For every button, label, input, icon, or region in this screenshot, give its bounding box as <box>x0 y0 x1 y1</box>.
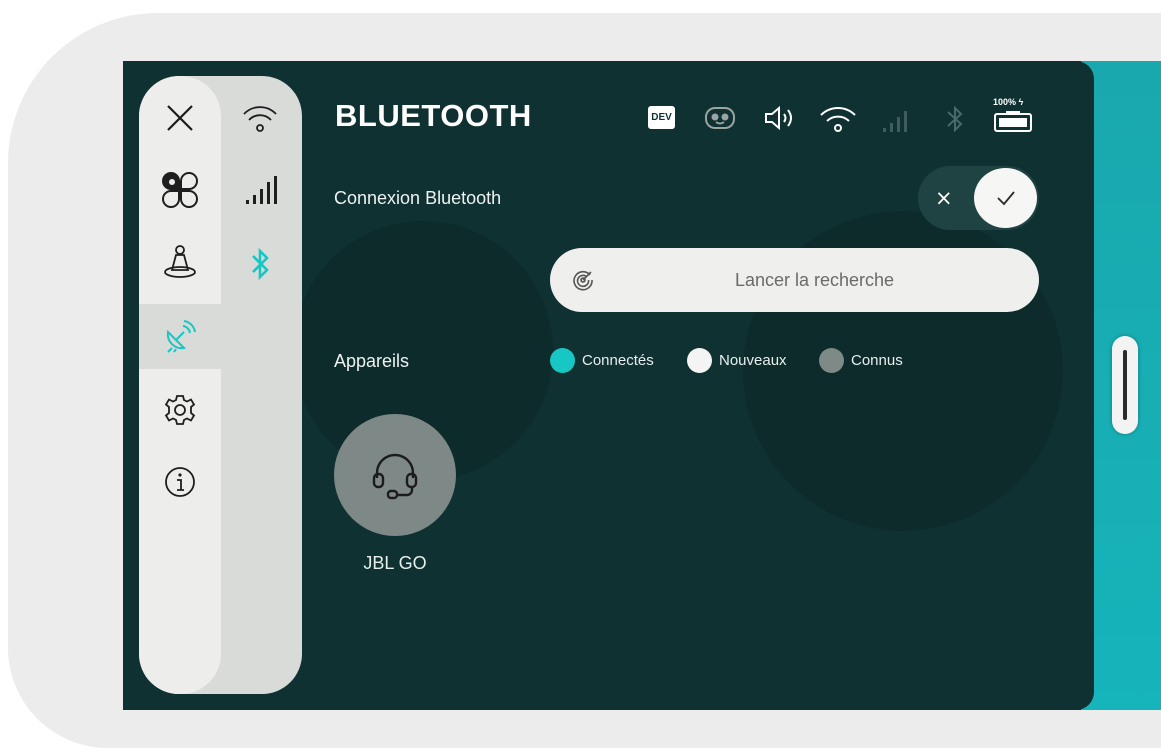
legend-dot-connected <box>550 348 575 373</box>
bluetooth-icon[interactable] <box>240 244 280 284</box>
wifi-icon <box>818 103 858 133</box>
legend-label-connected: Connectés <box>582 352 654 369</box>
radar-icon <box>572 269 594 295</box>
gear-icon[interactable] <box>160 390 200 430</box>
toggle-off-symbol: × <box>935 186 953 210</box>
sidebar-main <box>139 76 221 694</box>
satellite-dish-icon[interactable] <box>160 316 200 356</box>
close-icon[interactable] <box>160 98 200 138</box>
robot-figure-icon[interactable] <box>160 242 200 282</box>
legend-dot-known <box>819 348 844 373</box>
search-button[interactable]: Lancer la recherche <box>550 248 1039 312</box>
legend-label-new: Nouveaux <box>719 352 787 369</box>
signal-bars-icon[interactable] <box>240 170 280 210</box>
battery-label: 100% ϟ <box>993 97 1024 107</box>
page-title: BLUETOOTH <box>335 98 532 133</box>
battery-icon <box>991 110 1035 134</box>
legend-label-known: Connus <box>851 352 903 369</box>
signal-icon <box>880 106 914 134</box>
toggle-knob[interactable] <box>974 168 1037 228</box>
bluetooth-icon <box>942 103 968 135</box>
check-icon <box>996 191 1015 206</box>
legend-dot-new <box>687 348 712 373</box>
bluetooth-connection-label: Connexion Bluetooth <box>334 188 502 208</box>
apps-grid-icon[interactable] <box>160 170 200 210</box>
headset-icon <box>372 453 418 500</box>
device-name: JBL GO <box>363 553 427 573</box>
search-label: Lancer la recherche <box>734 270 895 290</box>
drawer-handle[interactable] <box>1112 336 1138 434</box>
robot-face-icon <box>702 103 738 133</box>
devices-section-label: Appareils <box>334 351 410 371</box>
wifi-icon[interactable] <box>240 98 280 138</box>
speaker-icon <box>762 103 798 133</box>
info-icon[interactable] <box>160 462 200 502</box>
dev-badge: DEV <box>648 106 675 129</box>
device-item-jbl-go[interactable] <box>334 414 456 536</box>
